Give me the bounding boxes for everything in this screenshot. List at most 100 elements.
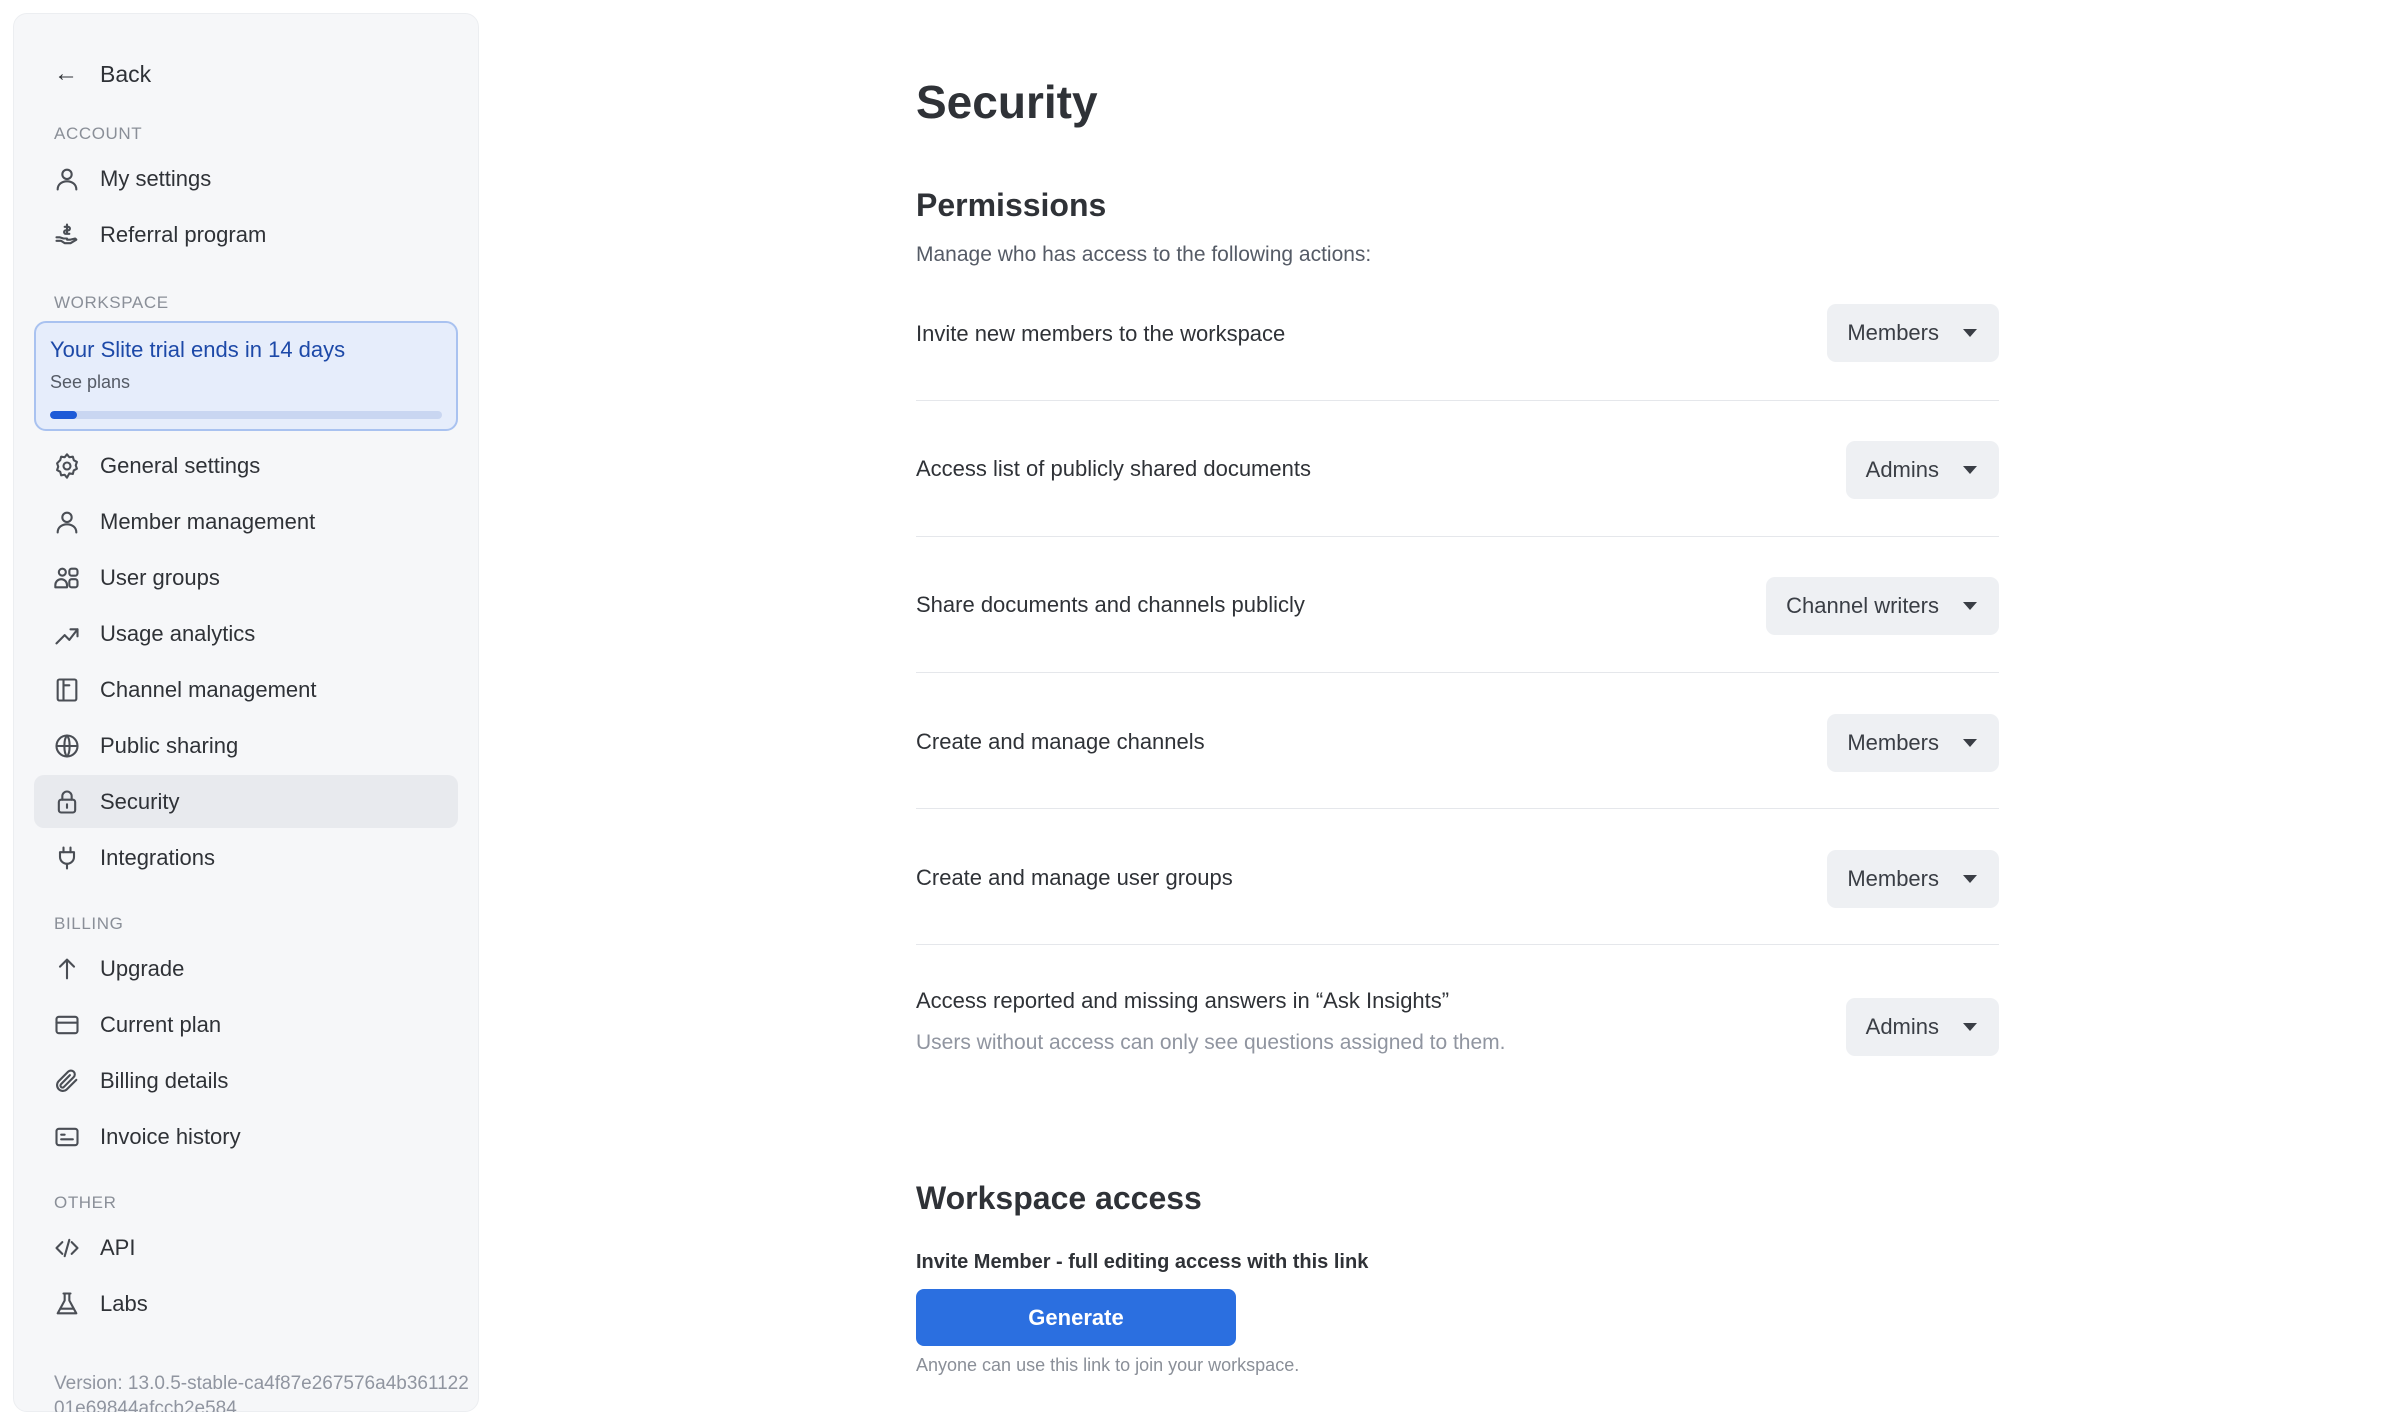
- permission-row: Access list of publicly shared documents…: [916, 401, 1999, 537]
- permissions-heading: Permissions: [916, 187, 1107, 223]
- globe-icon: [52, 731, 82, 761]
- sidebar-item-labs[interactable]: Labs: [34, 1277, 458, 1330]
- permission-role-select[interactable]: Members: [1827, 714, 1999, 772]
- paperclip-icon: [52, 1066, 82, 1096]
- permission-role-select[interactable]: Admins: [1845, 998, 1999, 1056]
- back-label: Back: [100, 60, 152, 87]
- arrow-left-icon: ←: [54, 60, 78, 87]
- sidebar-item-label: Channel management: [100, 676, 317, 702]
- invite-link-hint: Anyone can use this link to join your wo…: [916, 1355, 1300, 1375]
- sidebar-item-upgrade[interactable]: Upgrade: [34, 942, 458, 995]
- version-text: Version: 13.0.5-stable-ca4f87e267576a4b3…: [54, 1373, 469, 1412]
- sidebar-item-channel-management[interactable]: Channel management: [34, 663, 458, 716]
- caret-down-icon: [1963, 1023, 1977, 1031]
- trial-title: Your Slite trial ends in 14 days: [50, 337, 346, 362]
- user-icon: [52, 507, 82, 537]
- channel-icon: [52, 675, 82, 705]
- sidebar-item-general-settings[interactable]: General settings: [34, 439, 458, 492]
- sidebar-item-label: General settings: [100, 452, 261, 478]
- section-label-workspace: WORKSPACE: [54, 293, 169, 312]
- generate-link-button[interactable]: Generate: [916, 1289, 1236, 1346]
- sidebar-item-member-management[interactable]: Member management: [34, 495, 458, 548]
- sidebar-item-my-settings[interactable]: My settings: [34, 152, 458, 205]
- trial-progress-fill: [50, 411, 78, 419]
- sidebar-item-referral-program[interactable]: Referral program: [34, 208, 458, 261]
- sidebar-item-label: Billing details: [100, 1067, 229, 1093]
- caret-down-icon: [1963, 329, 1977, 337]
- sidebar-item-billing-details[interactable]: Billing details: [34, 1054, 458, 1107]
- sidebar-item-label: Member management: [100, 508, 316, 534]
- caret-down-icon: [1963, 739, 1977, 747]
- select-value: Members: [1847, 866, 1939, 891]
- permission-sublabel: Users without access can only see questi…: [916, 1031, 1506, 1054]
- workspace-access-heading: Workspace access: [916, 1180, 1202, 1216]
- permission-label: Create and manage user groups: [916, 865, 1233, 890]
- permission-label: Invite new members to the workspace: [916, 321, 1286, 346]
- permission-row: Access reported and missing answers in “…: [916, 945, 1999, 1065]
- sidebar-item-security[interactable]: Security: [34, 775, 458, 828]
- permission-row: Invite new members to the workspace Memb…: [916, 304, 1999, 401]
- arrow-up-icon: [52, 954, 82, 984]
- caret-down-icon: [1963, 875, 1977, 883]
- permission-label: Access reported and missing answers in “…: [916, 988, 1450, 1013]
- sidebar-item-user-groups[interactable]: User groups: [34, 551, 458, 604]
- user-groups-icon: [52, 563, 82, 593]
- settings-sidebar: ← Back ACCOUNT My settings Referral prog…: [13, 13, 479, 1412]
- code-icon: [52, 1233, 82, 1263]
- permission-role-select[interactable]: Channel writers: [1766, 577, 1999, 635]
- caret-down-icon: [1963, 466, 1977, 474]
- sidebar-item-label: Public sharing: [100, 732, 239, 758]
- gift-hand-icon: [52, 220, 82, 250]
- sidebar-item-label: Labs: [100, 1290, 148, 1316]
- trend-icon: [52, 619, 82, 649]
- sidebar-item-label: Referral program: [100, 221, 267, 247]
- select-value: Members: [1847, 730, 1939, 755]
- sidebar-item-invoice-history[interactable]: Invoice history: [34, 1110, 458, 1163]
- select-value: Admins: [1865, 457, 1939, 482]
- sidebar-item-label: My settings: [100, 165, 212, 191]
- select-value: Admins: [1865, 1014, 1939, 1039]
- lock-icon: [52, 787, 82, 817]
- permission-row: Create and manage channels Members: [916, 673, 1999, 809]
- invoice-icon: [52, 1122, 82, 1152]
- see-plans-link[interactable]: See plans: [50, 372, 442, 393]
- permission-row: Create and manage user groups Members: [916, 809, 1999, 945]
- sidebar-item-label: Upgrade: [100, 955, 185, 981]
- plug-icon: [52, 843, 82, 873]
- sidebar-item-usage-analytics[interactable]: Usage analytics: [34, 607, 458, 660]
- invite-member-label: Invite Member - full editing access with…: [916, 1251, 1369, 1273]
- section-label-other: OTHER: [54, 1193, 117, 1212]
- sidebar-item-label: Current plan: [100, 1011, 222, 1037]
- gear-icon: [52, 451, 82, 481]
- caret-down-icon: [1963, 602, 1977, 610]
- sidebar-item-api[interactable]: API: [34, 1221, 458, 1274]
- select-value: Channel writers: [1786, 593, 1939, 618]
- permissions-description: Manage who has access to the following a…: [916, 243, 1372, 266]
- flask-icon: [52, 1289, 82, 1319]
- section-label-account: ACCOUNT: [54, 124, 143, 143]
- sidebar-item-integrations[interactable]: Integrations: [34, 831, 458, 884]
- permission-row: Share documents and channels publicly Ch…: [916, 537, 1999, 673]
- settings-page: ← Back ACCOUNT My settings Referral prog…: [0, 0, 2400, 1412]
- permission-label: Access list of publicly shared documents: [916, 456, 1311, 481]
- page-title: Security: [916, 76, 1098, 128]
- user-icon: [52, 164, 82, 194]
- permission-role-select[interactable]: Members: [1827, 850, 1999, 908]
- credit-card-icon: [52, 1010, 82, 1040]
- sidebar-item-public-sharing[interactable]: Public sharing: [34, 719, 458, 772]
- back-button[interactable]: ← Back: [34, 52, 458, 96]
- permission-label: Create and manage channels: [916, 729, 1205, 754]
- sidebar-item-current-plan[interactable]: Current plan: [34, 998, 458, 1051]
- sidebar-item-label: Usage analytics: [100, 620, 256, 646]
- permission-role-select[interactable]: Admins: [1845, 441, 1999, 499]
- sidebar-item-label: User groups: [100, 564, 220, 590]
- section-label-billing: BILLING: [54, 914, 124, 933]
- select-value: Members: [1847, 320, 1939, 345]
- sidebar-item-label: Security: [100, 788, 180, 814]
- trial-banner[interactable]: Your Slite trial ends in 14 days See pla…: [34, 321, 458, 431]
- sidebar-item-label: Invoice history: [100, 1123, 241, 1149]
- permission-label: Share documents and channels publicly: [916, 592, 1305, 617]
- trial-progress-bar: [50, 411, 442, 419]
- sidebar-item-label: API: [100, 1234, 136, 1260]
- permission-role-select[interactable]: Members: [1827, 304, 1999, 362]
